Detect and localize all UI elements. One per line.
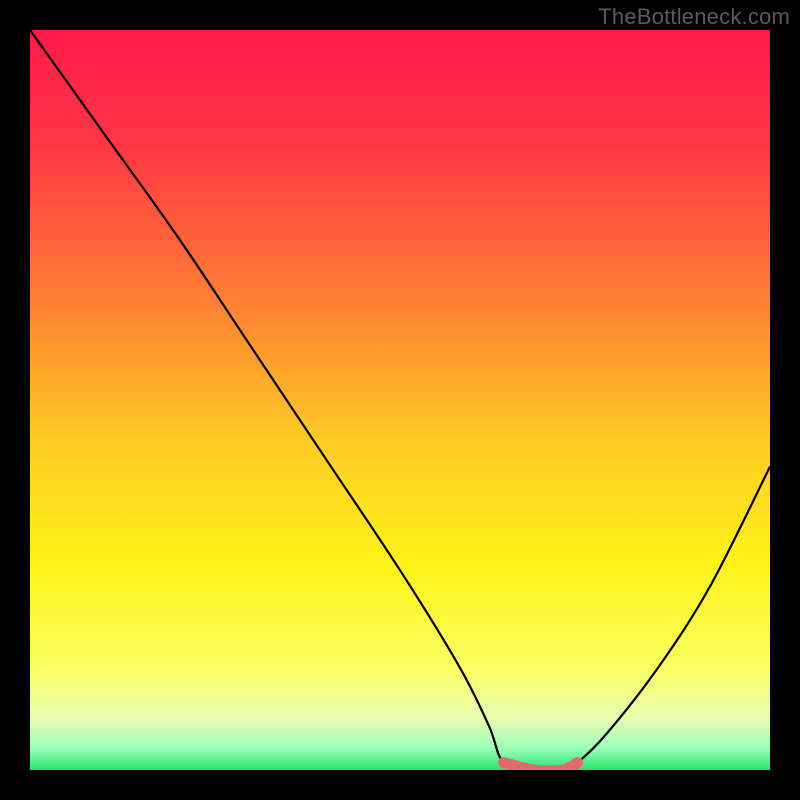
chart-frame: TheBottleneck.com	[0, 0, 800, 800]
chart-svg	[30, 30, 770, 770]
gradient-background	[30, 30, 770, 770]
watermark-text: TheBottleneck.com	[598, 4, 790, 30]
plot-area	[30, 30, 770, 770]
